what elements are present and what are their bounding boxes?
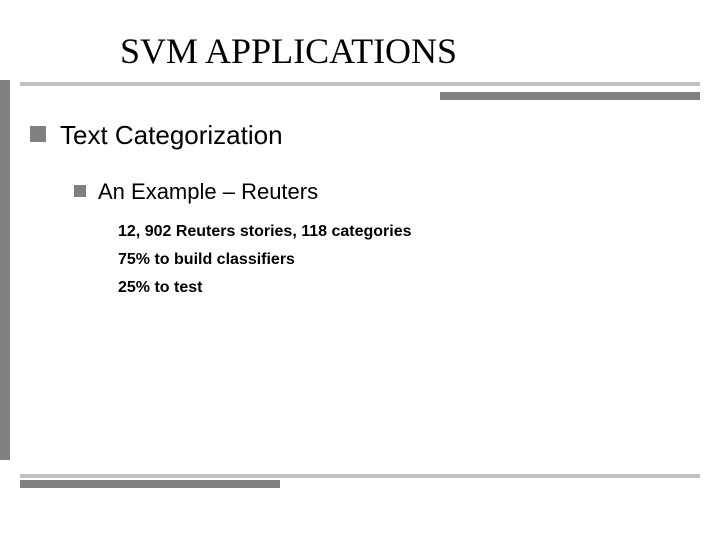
- bullet-level1-text: Text Categorization: [60, 120, 283, 151]
- square-bullet-icon: [30, 126, 46, 142]
- left-rail-decoration: [0, 80, 10, 460]
- bullet-level3: 25% to test: [118, 279, 690, 297]
- bullet-level3: 75% to build classifiers: [118, 251, 690, 269]
- title-underline-dark: [440, 92, 700, 100]
- slide-content: Text Categorization An Example – Reuters…: [30, 120, 690, 307]
- bottom-bar-decoration: [20, 474, 700, 478]
- square-bullet-icon: [74, 185, 86, 197]
- bullet-level3: 12, 902 Reuters stories, 118 categories: [118, 223, 690, 241]
- slide: SVM APPLICATIONS Text Categorization An …: [0, 0, 720, 540]
- bullet-level2: An Example – Reuters: [74, 179, 690, 205]
- bullet-level1: Text Categorization: [30, 120, 690, 151]
- title-underline-light: [20, 82, 700, 86]
- bottom-tab-decoration: [20, 480, 280, 488]
- slide-title: SVM APPLICATIONS: [120, 30, 457, 72]
- bullet-level2-text: An Example – Reuters: [98, 179, 318, 205]
